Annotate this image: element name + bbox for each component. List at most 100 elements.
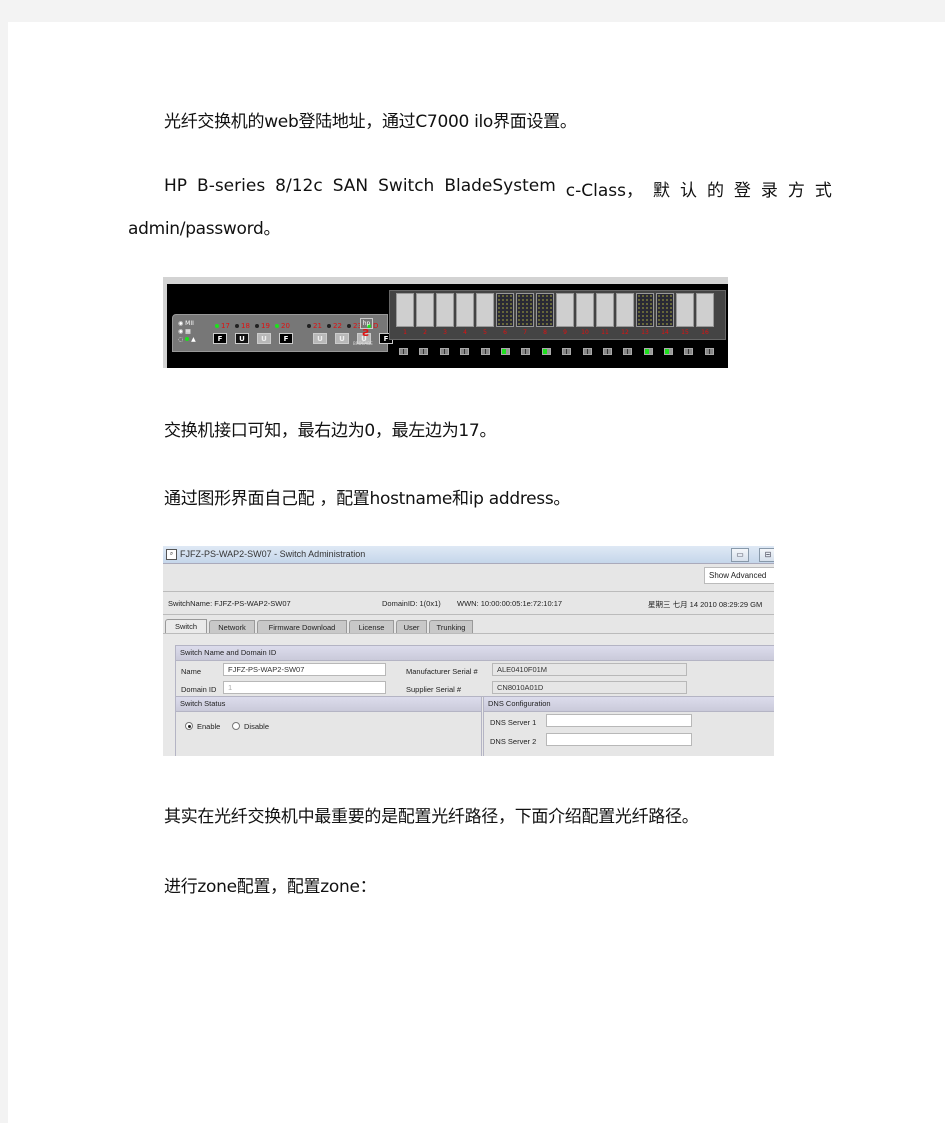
fan-icon: ◉ ▦	[178, 328, 191, 335]
tab-firmware-download[interactable]: Firmware Download	[257, 620, 347, 633]
port-numbers: 1 2 3 4 5 6 7 8 9 10 11 12 13 14 15 16	[396, 329, 714, 336]
port-number: 18	[241, 322, 250, 330]
led-icon	[275, 324, 279, 328]
port-number: 14	[661, 329, 669, 336]
port-frame: 1 2 3 4 5 6 7 8 9 10 11 12 13 14 15 16	[389, 290, 726, 340]
disable-radio[interactable]	[232, 722, 240, 730]
port-number: 22	[333, 322, 342, 330]
mii-icon: ◉ MII	[178, 320, 194, 327]
port-led-17: 17	[215, 322, 235, 330]
dns-config-group: DNS Configuration DNS Server 1 DNS Serve…	[483, 696, 774, 756]
port-number: 9	[563, 329, 567, 336]
manufacturer-serial-field: ALE0410F01M	[492, 663, 687, 676]
port-bay-16	[696, 293, 714, 327]
enable-label: Enable	[197, 722, 221, 731]
word: 方	[787, 181, 805, 201]
status-icons: ◉ MII ◉ ▦ ◌ ▲	[178, 320, 196, 344]
port-status-led-4	[460, 348, 470, 355]
app-icon: ⌕	[166, 549, 177, 560]
port-number: 19	[261, 322, 270, 330]
port-status-led-5	[480, 348, 490, 355]
port-bay-4	[456, 293, 474, 327]
word: c-Class，	[565, 181, 643, 201]
dns-server-2-input[interactable]	[546, 733, 692, 746]
word: 认	[679, 181, 697, 201]
led-icon	[255, 324, 259, 328]
domain-id-input[interactable]: 1	[223, 681, 386, 694]
port-status-led-11	[602, 348, 612, 355]
port-number: 12	[621, 329, 629, 336]
tab-license[interactable]: License	[349, 620, 394, 633]
dns-server-1-input[interactable]	[546, 714, 692, 727]
name-domain-group: Switch Name and Domain ID Name FJFZ-PS-W…	[175, 645, 774, 697]
tab-network[interactable]: Network	[209, 620, 255, 633]
switch-control-panel: ◉ MII ◉ ▦ ◌ ▲ 17 18 19 20 21 22 23 D FUUFUUUF h…	[172, 314, 393, 352]
brand-text: BROCADE	[353, 341, 373, 346]
port-number: 17	[221, 322, 230, 330]
port-status-leds	[399, 348, 725, 355]
port-bay-2	[416, 293, 434, 327]
led-icon	[347, 324, 351, 328]
word: BladeSystem	[444, 176, 556, 196]
domain-id-label: Domain ID	[181, 685, 217, 694]
port-bay-8	[536, 293, 554, 327]
manufacturer-serial-label: Manufacturer Serial #	[406, 667, 478, 676]
port-number: 3	[443, 329, 447, 336]
wwn-info: WWN: 10:00:00:05:1e:72:10:17	[457, 599, 563, 608]
port-led-20: 20	[275, 322, 295, 330]
port-status-led-12	[623, 348, 633, 355]
port-status-led-16	[704, 348, 714, 355]
show-advanced-button[interactable]: Show Advanced	[704, 567, 774, 584]
group-title: Switch Name and Domain ID	[176, 646, 774, 661]
port-bay-1	[396, 293, 414, 327]
tab-trunking[interactable]: Trunking	[429, 620, 473, 633]
enable-radio[interactable]	[185, 722, 193, 730]
word: HP	[164, 176, 188, 196]
port-status-led-13	[643, 348, 653, 355]
port-number: 4	[463, 329, 467, 336]
word: SAN	[332, 176, 369, 196]
brocade-logo-icon: Ƨ	[362, 328, 370, 339]
name-input[interactable]: FJFZ-PS-WAP2-SW07	[223, 663, 386, 676]
port-bay-10	[576, 293, 594, 327]
gbic-port-19: U	[257, 333, 271, 344]
led-icon	[215, 324, 219, 328]
port-led-22: 22	[327, 322, 347, 330]
led-icon	[235, 324, 239, 328]
dns-server-2-label: DNS Server 2	[490, 737, 537, 746]
port-bay-6	[496, 293, 514, 327]
restore-button[interactable]: ⊟	[759, 548, 774, 562]
word: 8/12c	[275, 176, 323, 196]
port-number: 20	[281, 322, 290, 330]
port-status-led-10	[582, 348, 592, 355]
port-status-led-2	[419, 348, 429, 355]
port-number: 21	[313, 322, 322, 330]
port-number: 15	[681, 329, 689, 336]
datetime-info: 星期三 七月 14 2010 08:29:29 GM	[648, 600, 763, 609]
led-icon	[307, 324, 311, 328]
minimize-button[interactable]: ▭	[731, 548, 749, 562]
switch-name-info: SwitchName: FJFZ-PS-WAP2-SW07	[168, 599, 291, 608]
word: 录	[760, 181, 778, 201]
port-bays	[396, 293, 714, 327]
tab-user[interactable]: User	[396, 620, 427, 633]
port-bay-9	[556, 293, 574, 327]
led-icon	[327, 324, 331, 328]
port-number: 10	[581, 329, 589, 336]
port-bay-15	[676, 293, 694, 327]
port-number: 1	[403, 329, 407, 336]
port-bay-3	[436, 293, 454, 327]
paragraph-switch-model: HP B-series 8/12c SAN Switch BladeSystem c-Cla…	[164, 176, 832, 201]
port-status-led-3	[439, 348, 449, 355]
group-title: Switch Status	[176, 697, 481, 712]
port-status-led-7	[521, 348, 531, 355]
title-bar: ⌕ FJFZ-PS-WAP2-SW07 - Switch Administrat…	[163, 546, 774, 564]
port-bay-11	[596, 293, 614, 327]
word: Switch	[378, 176, 435, 196]
port-number: 8	[543, 329, 547, 336]
tab-switch[interactable]: Switch	[165, 619, 207, 633]
paragraph-hostname-config: 通过图形界面自己配 ，配置hostname和ip address。	[164, 489, 571, 509]
paragraph-zone-config: 进行zone配置，配置zone：	[164, 877, 377, 897]
supplier-serial-field: CN8010A01D	[492, 681, 687, 694]
port-status-led-1	[399, 348, 408, 355]
